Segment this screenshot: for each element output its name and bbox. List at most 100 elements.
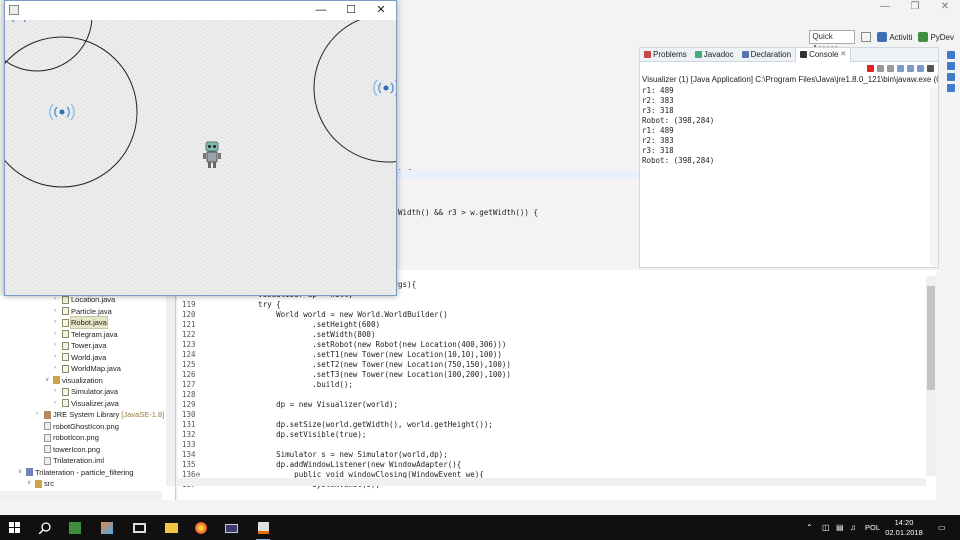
code-line[interactable]: 131 dp.setSize(world.getWidth(), world.g… bbox=[178, 420, 918, 430]
file-explorer-button[interactable] bbox=[162, 519, 180, 537]
tree-item[interactable]: › Visualizer.java bbox=[54, 398, 119, 409]
volume-icon[interactable]: ♫ bbox=[850, 523, 856, 532]
expand-arrow-icon[interactable]: › bbox=[54, 352, 60, 363]
expand-arrow-icon[interactable]: › bbox=[54, 386, 60, 397]
expand-arrow-icon[interactable]: ∨ bbox=[27, 478, 33, 489]
perspective-activiti[interactable]: Activiti bbox=[877, 32, 912, 42]
code-line[interactable]: 122 .setWidth(800) bbox=[178, 330, 918, 340]
tree-item[interactable]: › Tower.java bbox=[54, 340, 106, 351]
quick-access-input[interactable]: Quick Access bbox=[809, 30, 856, 53]
tree-item[interactable]: › World.java bbox=[54, 352, 106, 363]
outline-icon[interactable] bbox=[947, 51, 955, 59]
tree-item[interactable]: Trilateration.iml bbox=[36, 455, 104, 466]
tree-item[interactable]: towerIcon.png bbox=[36, 444, 100, 455]
taskbar-app-2[interactable] bbox=[98, 519, 116, 537]
tree-item[interactable]: › Particle.java bbox=[54, 306, 112, 317]
code-line[interactable]: 124 .setT1(new Tower(new Location(10,10)… bbox=[178, 350, 918, 360]
code-line[interactable]: 121 .setHeight(600) bbox=[178, 320, 918, 330]
restore-icon[interactable]: ❐ bbox=[900, 0, 930, 14]
editor-scroll-thumb[interactable] bbox=[927, 286, 935, 390]
task-list-icon[interactable] bbox=[947, 62, 955, 70]
console-output[interactable]: r1: 489 r2: 383 r3: 318 Robot: (398,284) r1:… bbox=[640, 86, 938, 166]
code-line[interactable]: 126 .setT3(new Tower(new Location(100,20… bbox=[178, 370, 918, 380]
visualizer-title-bar[interactable]: — ☐ ✕ bbox=[5, 1, 396, 20]
pin-console-icon[interactable] bbox=[917, 64, 924, 72]
expand-arrow-icon[interactable]: ∨ bbox=[18, 467, 24, 478]
taskbar-app-6[interactable] bbox=[222, 519, 240, 537]
tree-item[interactable]: › WorldMap.java bbox=[54, 363, 121, 374]
tray-chevron-icon[interactable]: ⌃ bbox=[806, 523, 813, 532]
open-perspective-icon[interactable] bbox=[861, 32, 872, 42]
tab-javadoc[interactable]: Javadoc bbox=[691, 50, 738, 59]
word-wrap-icon[interactable] bbox=[907, 64, 914, 72]
network-icon[interactable]: ◫ bbox=[822, 523, 830, 532]
restore-view-icon[interactable] bbox=[947, 84, 955, 92]
tree-item[interactable]: ∨ src bbox=[27, 478, 54, 489]
java-icon bbox=[257, 522, 269, 534]
code-line[interactable]: 135 dp.addWindowListener(new WindowAdapt… bbox=[178, 460, 918, 470]
expand-arrow-icon[interactable]: › bbox=[54, 329, 60, 340]
tree-item[interactable]: ∨ visualization bbox=[45, 375, 103, 386]
visualizer-minimize-icon[interactable]: — bbox=[306, 1, 336, 20]
notifications-icon[interactable]: ▭ bbox=[938, 523, 946, 532]
start-button[interactable] bbox=[6, 519, 24, 537]
tree-item[interactable]: robotIcon.png bbox=[36, 432, 99, 443]
search-button[interactable] bbox=[36, 519, 54, 537]
visualizer-maximize-icon[interactable]: ☐ bbox=[336, 1, 366, 20]
expand-arrow-icon[interactable]: ∨ bbox=[45, 375, 51, 386]
line-number: 122 bbox=[182, 330, 196, 339]
tree-item[interactable]: › JRE System Library [JavaSE-1.8] bbox=[36, 409, 164, 420]
expand-arrow-icon[interactable]: › bbox=[54, 306, 60, 317]
tree-item[interactable]: › Robot.java bbox=[54, 316, 108, 329]
tab-console[interactable]: Console ✕ bbox=[795, 47, 852, 62]
editor-horizontal-scrollbar[interactable] bbox=[178, 478, 926, 486]
firefox-button[interactable] bbox=[192, 519, 210, 537]
terminate-icon[interactable] bbox=[867, 64, 874, 72]
visualizer-close-icon[interactable]: ✕ bbox=[366, 1, 396, 20]
code-line[interactable]: 128 bbox=[178, 390, 918, 400]
scroll-lock-icon[interactable] bbox=[897, 64, 904, 72]
editor-vertical-scrollbar[interactable] bbox=[926, 276, 936, 476]
code-line[interactable]: 119 try { bbox=[178, 300, 918, 310]
perspective-pydev[interactable]: PyDev bbox=[918, 32, 954, 42]
minimized-view-icon[interactable] bbox=[947, 73, 955, 81]
remove-launch-icon[interactable] bbox=[877, 64, 884, 72]
remove-all-icon[interactable] bbox=[887, 64, 894, 72]
code-line[interactable]: 127 .build(); bbox=[178, 380, 918, 390]
tree-item[interactable]: › Telegram.java bbox=[54, 329, 118, 340]
expand-arrow-icon[interactable]: › bbox=[36, 409, 42, 420]
java-editor[interactable]: public static void main(String[] args){ … bbox=[178, 270, 936, 500]
code-line[interactable]: 129 dp = new Visualizer(world); bbox=[178, 400, 918, 410]
system-clock[interactable]: 14:20 02.01.2018 bbox=[882, 518, 926, 538]
code-line[interactable]: 125 .setT2(new Tower(new Location(750,15… bbox=[178, 360, 918, 370]
code-line[interactable]: 120 World world = new World.WorldBuilder… bbox=[178, 310, 918, 320]
code-line[interactable]: 132 dp.setVisible(true); bbox=[178, 430, 918, 440]
taskbar-app-1[interactable] bbox=[66, 519, 84, 537]
tree-item[interactable]: › Simulator.java bbox=[54, 386, 118, 397]
visualizer-canvas[interactable] bbox=[5, 20, 396, 295]
display-console-icon[interactable] bbox=[927, 64, 934, 72]
code-line[interactable]: 130 bbox=[178, 410, 918, 420]
close-tab-icon[interactable]: ✕ bbox=[840, 48, 846, 62]
java-taskbar-button[interactable] bbox=[254, 519, 272, 540]
battery-icon[interactable]: ▤ bbox=[836, 523, 844, 532]
code-line[interactable]: 123 .setRobot(new Robot(new Location(400… bbox=[178, 340, 918, 350]
code-line[interactable]: 134 Simulator s = new Simulator(world,dp… bbox=[178, 450, 918, 460]
expand-arrow-icon[interactable]: › bbox=[54, 340, 60, 351]
tree-item[interactable]: ∨ Trilateration - particle_filtering bbox=[18, 467, 134, 478]
taskbar-app-3[interactable] bbox=[130, 519, 148, 537]
tree-item[interactable]: robotGhostIcon.png bbox=[36, 421, 119, 432]
explorer-vertical-scrollbar[interactable] bbox=[166, 296, 175, 486]
tab-problems[interactable]: Problems bbox=[640, 50, 691, 59]
close-icon[interactable]: ✕ bbox=[930, 0, 960, 14]
expand-arrow-icon[interactable]: › bbox=[54, 317, 60, 328]
expand-arrow-icon[interactable]: › bbox=[54, 363, 60, 374]
explorer-horizontal-scrollbar[interactable] bbox=[0, 491, 162, 500]
code-line[interactable]: 133 bbox=[178, 440, 918, 450]
tab-declaration[interactable]: Declaration bbox=[738, 50, 795, 59]
language-indicator[interactable]: POL bbox=[865, 523, 880, 532]
console-scrollbar[interactable] bbox=[930, 88, 938, 266]
app-colorful-icon bbox=[101, 522, 113, 534]
expand-arrow-icon[interactable]: › bbox=[54, 398, 60, 409]
minimize-icon[interactable]: — bbox=[870, 0, 900, 14]
